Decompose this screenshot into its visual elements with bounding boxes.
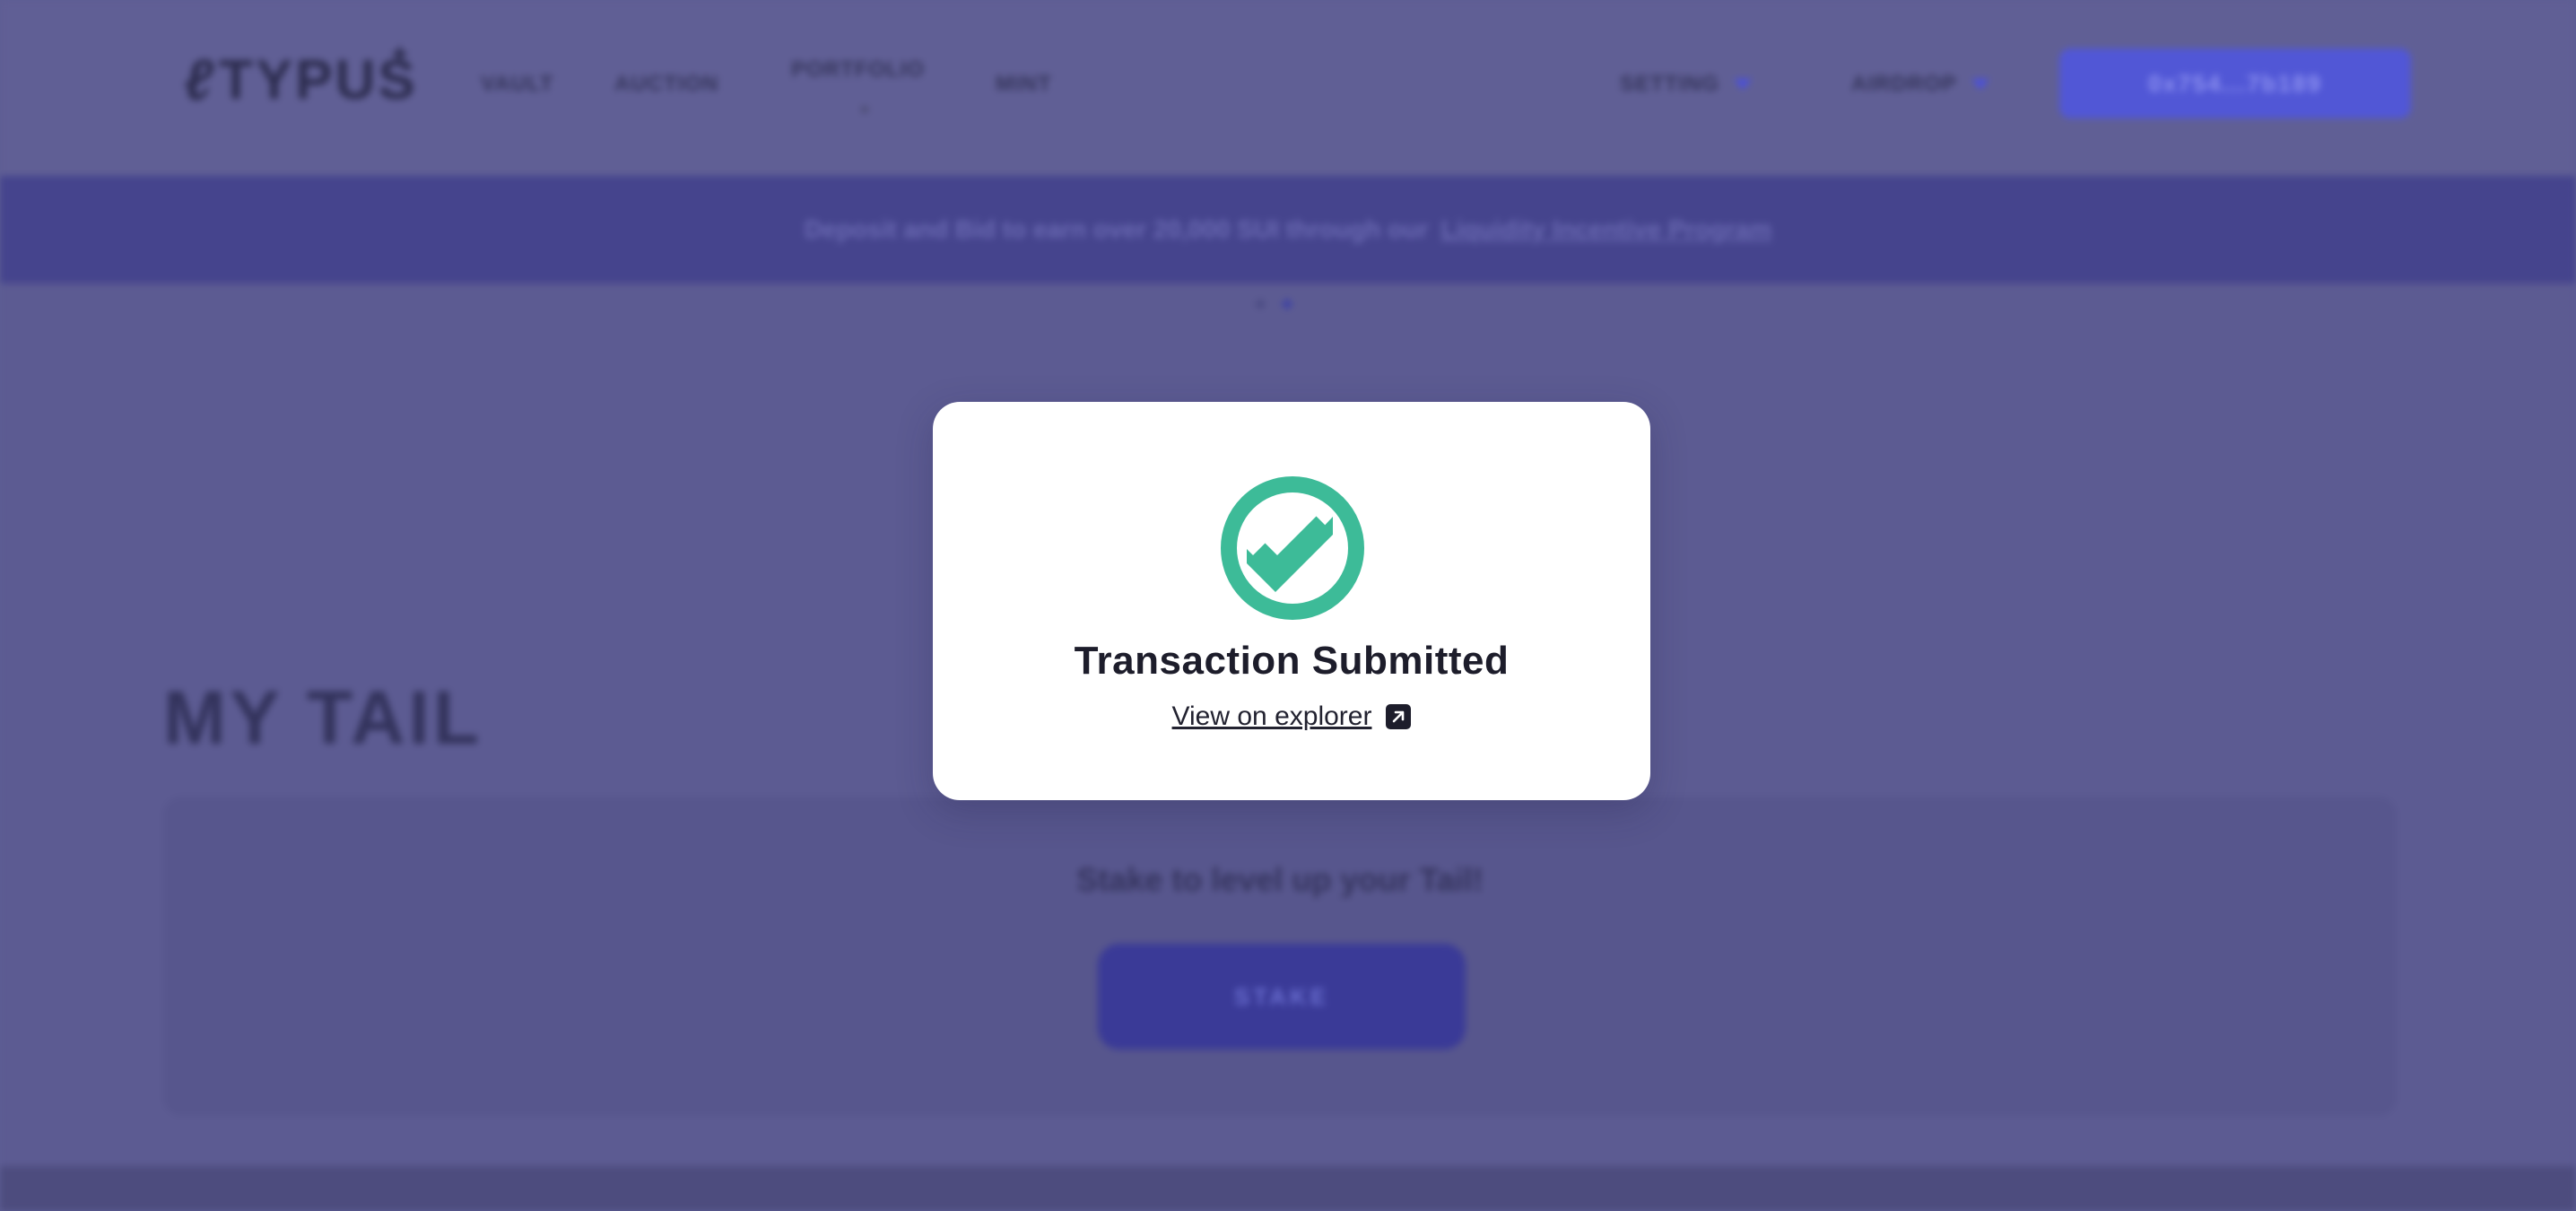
tail-card-message: Stake to level up your Tail! [1076, 861, 1484, 898]
sparkle-icon: ✦ [388, 40, 412, 70]
airdrop-dropdown[interactable]: AIRDROP [1851, 72, 1989, 97]
tail-card: Stake to level up your Tail! STAKE [163, 797, 2397, 1116]
banner-link[interactable]: Liquidity Incentive Program [1440, 215, 1771, 244]
nav-active-indicator [861, 106, 868, 113]
transaction-modal: Transaction Submitted View on explorer [933, 402, 1650, 800]
chevron-down-icon [1971, 79, 1989, 90]
logo-mark-icon: ℓ [184, 48, 214, 112]
stake-button[interactable]: STAKE [1098, 944, 1466, 1050]
chevron-down-icon [1734, 79, 1753, 90]
nav-auction[interactable]: AUCTION [614, 72, 718, 97]
modal-title: Transaction Submitted [1074, 639, 1510, 683]
section-title: MY TAIL [163, 675, 483, 760]
nav-vault[interactable]: VAULT [481, 72, 553, 97]
carousel-dots [1256, 300, 1292, 309]
external-link-icon[interactable] [1386, 704, 1412, 729]
promo-banner: Deposit and Bid to earn over 20,000 SUI … [0, 176, 2576, 283]
airdrop-label: AIRDROP [1851, 72, 1957, 96]
carousel-dot-active[interactable] [1283, 300, 1292, 309]
nav-portfolio[interactable]: PORTFOLIO [791, 57, 925, 83]
check-circle-icon [1221, 476, 1364, 620]
nav-mint[interactable]: MINT [996, 72, 1052, 97]
banner-text: Deposit and Bid to earn over 20,000 SUI … [804, 215, 1429, 243]
wallet-address-button[interactable]: 0x754...7b189 [2059, 48, 2411, 118]
top-navigation: ℓ TYPUS ✦ VAULT AUCTION PORTFOLIO MINT S… [0, 0, 2576, 176]
explorer-row: View on explorer [933, 701, 1650, 732]
typus-logo[interactable]: ℓ TYPUS ✦ [184, 40, 418, 113]
view-on-explorer-link[interactable]: View on explorer [1172, 701, 1372, 732]
setting-dropdown[interactable]: SETTING [1620, 72, 1753, 97]
setting-label: SETTING [1620, 72, 1720, 96]
carousel-dot[interactable] [1256, 300, 1265, 309]
bottom-strip [0, 1166, 2576, 1211]
